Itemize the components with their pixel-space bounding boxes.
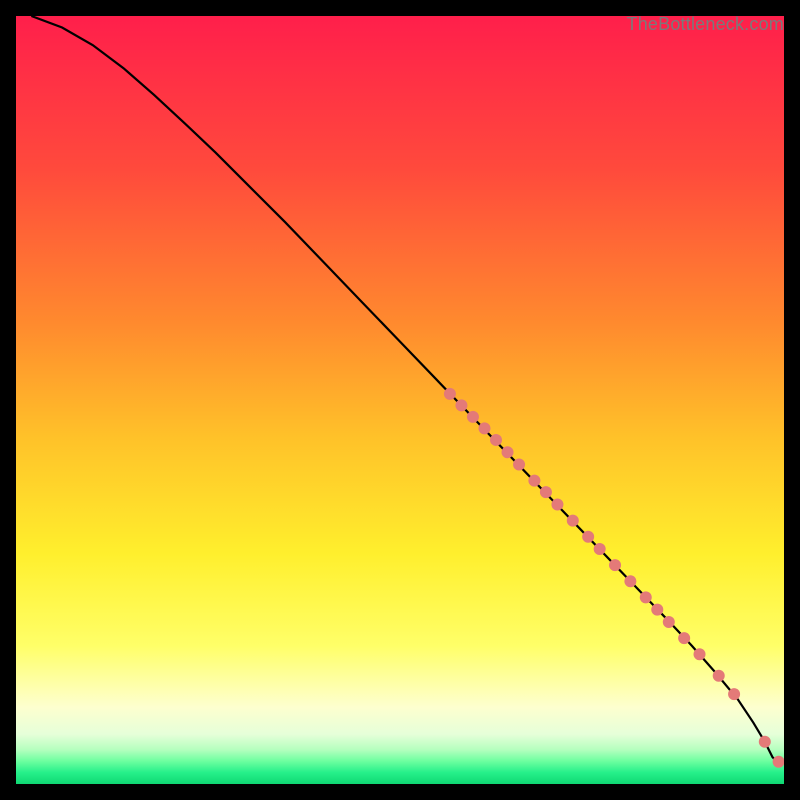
overlay-dot xyxy=(640,591,652,603)
main-curve xyxy=(31,16,778,763)
overlay-dot xyxy=(694,648,706,660)
overlay-dot xyxy=(502,446,514,458)
overlay-dot xyxy=(663,616,675,628)
overlay-dot xyxy=(567,515,579,527)
overlay-dot xyxy=(594,543,606,555)
overlay-dot xyxy=(624,575,636,587)
overlay-dot xyxy=(651,604,663,616)
overlay-dot xyxy=(759,736,771,748)
overlay-dot xyxy=(528,475,540,487)
attribution-label: TheBottleneck.com xyxy=(627,14,784,35)
overlay-dot xyxy=(478,422,490,434)
overlay-dot xyxy=(551,498,563,510)
overlay-dot xyxy=(582,531,594,543)
overlay-dot xyxy=(467,411,479,423)
plot-overlay xyxy=(16,16,784,784)
overlay-dot xyxy=(540,486,552,498)
overlay-dot xyxy=(490,434,502,446)
overlay-dot xyxy=(728,688,740,700)
plot-area: TheBottleneck.com xyxy=(16,16,784,784)
overlay-dots-group xyxy=(444,388,784,768)
overlay-dot xyxy=(713,670,725,682)
overlay-dot xyxy=(609,559,621,571)
overlay-dot xyxy=(444,388,456,400)
chart-stage: TheBottleneck.com xyxy=(0,0,800,800)
overlay-dot xyxy=(455,399,467,411)
overlay-dot xyxy=(678,632,690,644)
overlay-dot xyxy=(513,459,525,471)
